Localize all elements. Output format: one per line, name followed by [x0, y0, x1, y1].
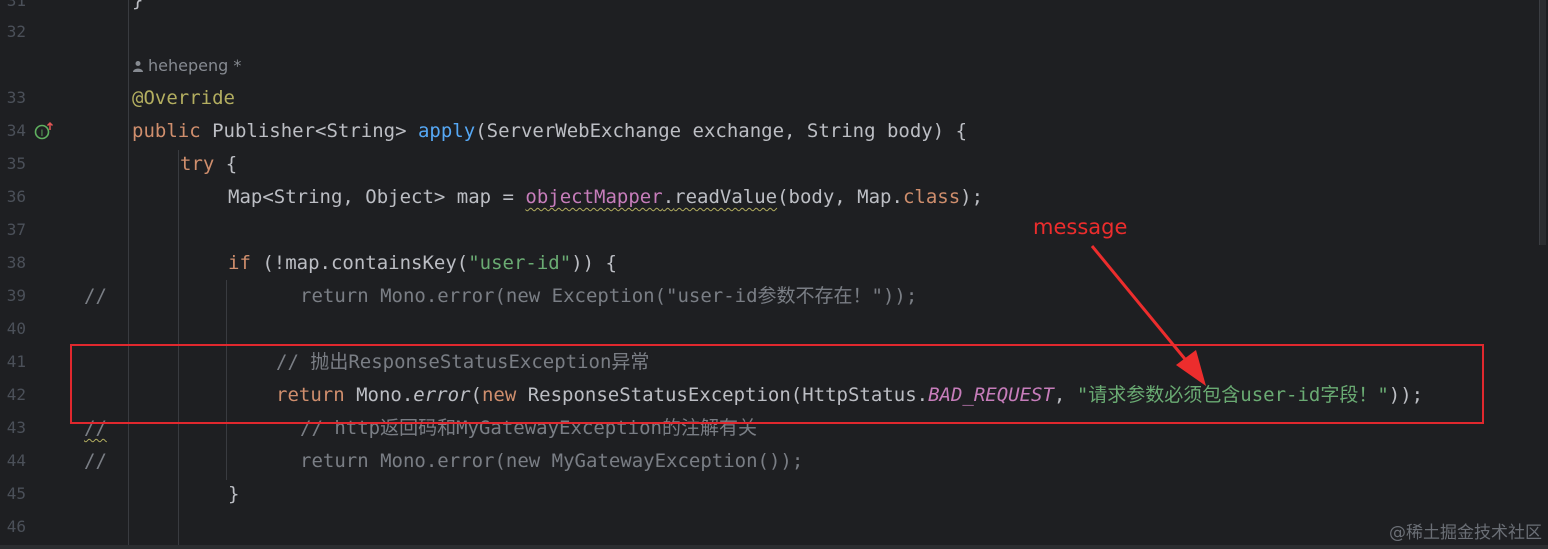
code-token: Map<String, Object> map = [228, 186, 526, 208]
code-token: (!map.containsKey( [250, 252, 469, 274]
code-token: ); [960, 186, 984, 208]
line-number: 37 [6, 220, 26, 239]
implements-method-icon[interactable]: I [34, 121, 54, 141]
svg-text:I: I [41, 129, 44, 139]
code-line-31: } [132, 0, 143, 12]
line-number: 43 [6, 418, 26, 437]
line-number: 44 [6, 451, 26, 470]
code-token: readValue [674, 186, 778, 208]
code-line-34: public Publisher<String> apply(ServerWeb… [132, 119, 967, 143]
code-token: class [902, 186, 961, 208]
line-number-gutter: 31 32 33 34 35 36 37 38 39 40 41 42 43 4… [0, 0, 80, 549]
code-token: "user-id" [468, 252, 572, 274]
line-number: 32 [6, 22, 26, 41]
line-number: 38 [6, 253, 26, 272]
code-token: public [132, 120, 213, 142]
code-token: (body, Map. [777, 186, 903, 208]
annotation-label: message [1033, 215, 1128, 239]
code-token: objectMapper [525, 186, 663, 208]
code-line-33: @Override [132, 86, 235, 110]
code-token: . [662, 186, 675, 208]
line-number: 40 [6, 319, 26, 338]
line-number: 36 [6, 187, 26, 206]
vertical-scrollbar[interactable] [1538, 0, 1548, 549]
code-line-39: return Mono.error(new Exception("user-id… [300, 285, 918, 307]
indent-guide [128, 0, 129, 549]
code-token: { [214, 153, 238, 175]
horizontal-scrollbar[interactable] [0, 545, 1548, 549]
line-number: 33 [6, 88, 26, 107]
line-number: 45 [6, 484, 26, 503]
line-number: 31 [6, 0, 26, 10]
code-line-44: return Mono.error(new MyGatewayException… [300, 450, 804, 472]
code-line-45: } [228, 483, 240, 505]
watermark: @稀土掘金技术社区 [1389, 523, 1542, 543]
code-token: @Override [132, 87, 235, 109]
code-token: if [228, 252, 251, 274]
code-line-38: if (!map.containsKey("user-id")) { [228, 251, 617, 275]
code-token: apply [417, 120, 476, 142]
line-number: 34 [6, 121, 26, 140]
code-token: )) { [571, 252, 617, 274]
code-line-35: try { [180, 152, 237, 176]
line-number: 35 [6, 154, 26, 173]
code-editor[interactable]: } hehepeng * @Override public Publisher<… [80, 0, 1538, 549]
scrollbar-thumb[interactable] [1539, 0, 1546, 245]
line-number: 46 [6, 517, 26, 536]
code-line-44-slashes: // [84, 450, 107, 472]
highlight-box [70, 344, 1484, 424]
code-line-36: Map<String, Object> map = objectMapper.r… [228, 185, 983, 209]
code-line-39-slashes: // [84, 285, 107, 307]
person-icon [133, 61, 143, 72]
code-token: (ServerWebExchange exchange, String body… [475, 120, 968, 142]
code-author-hint[interactable]: hehepeng * [132, 55, 241, 77]
code-token: Publisher<String> [212, 120, 418, 142]
code-token: try [180, 153, 215, 175]
line-number: 42 [6, 385, 26, 404]
line-number: 41 [6, 352, 26, 371]
code-token: } [132, 0, 144, 11]
annotation-arrow [1090, 245, 1206, 386]
author-name: hehepeng * [148, 56, 242, 75]
line-number: 39 [6, 286, 26, 305]
